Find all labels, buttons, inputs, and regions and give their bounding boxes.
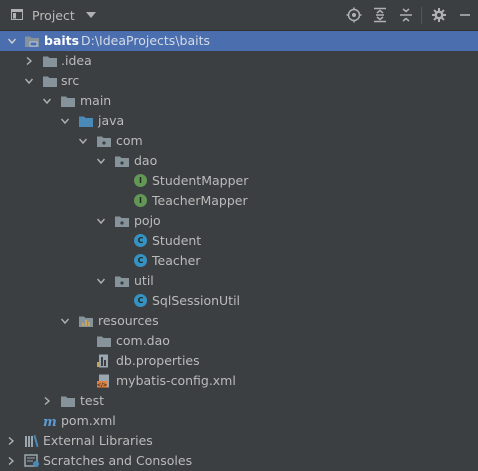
scratches-icon: [24, 454, 39, 467]
resources-folder-icon: [79, 316, 93, 327]
chevron-down-icon[interactable]: [25, 77, 33, 85]
tree-item-label: src: [61, 73, 80, 88]
chevron-down-icon[interactable]: [97, 217, 105, 225]
interface-icon: I: [134, 174, 147, 187]
source-folder-icon: [79, 116, 93, 127]
tree-item-label: test: [80, 393, 105, 408]
folder-icon: [61, 396, 75, 407]
tree-item-label: resources: [98, 313, 159, 328]
tree-item-student-mapper[interactable]: I StudentMapper: [0, 171, 478, 191]
tree-item-label: StudentMapper: [152, 173, 249, 188]
tree-item-sql-session-util[interactable]: C SqlSessionUtil: [0, 291, 478, 311]
tree-item-com-dao[interactable]: com.dao: [0, 331, 478, 351]
class-icon: C: [134, 234, 147, 247]
chevron-down-icon[interactable]: [61, 117, 69, 125]
tree-item-label: java: [98, 113, 125, 128]
package-icon: [97, 136, 111, 147]
chevron-down-icon[interactable]: [79, 137, 87, 145]
tree-item-label: db.properties: [116, 353, 200, 368]
tree-item-label: dao: [134, 153, 158, 168]
tree-item-label: baits: [44, 33, 80, 48]
tree-item-util[interactable]: util: [0, 271, 478, 291]
tree-item-java[interactable]: java: [0, 111, 478, 131]
tree-item-label: Scratches and Consoles: [43, 453, 193, 468]
header-divider: [421, 7, 422, 24]
tree-item-label: pom.xml: [61, 413, 116, 428]
tree-item-label: SqlSessionUtil: [152, 293, 241, 308]
chevron-down-icon[interactable]: [43, 97, 51, 105]
tree-item-student[interactable]: C Student: [0, 231, 478, 251]
chevron-down-icon[interactable]: [8, 37, 16, 45]
tree-item-main[interactable]: main: [0, 91, 478, 111]
tree-item-scratches[interactable]: Scratches and Consoles: [0, 451, 478, 471]
chevron-right-icon[interactable]: [43, 397, 51, 405]
module-folder-icon: [25, 36, 39, 47]
xml-file-icon: </>: [97, 374, 109, 388]
hide-icon[interactable]: [457, 7, 473, 23]
tree-item-teacher-mapper[interactable]: I TeacherMapper: [0, 191, 478, 211]
project-tool-window-header: Project: [0, 0, 478, 31]
tree-item-label: External Libraries: [43, 433, 153, 448]
class-icon: C: [134, 254, 147, 267]
collapse-all-icon[interactable]: [398, 7, 414, 23]
tree-item-label: com.dao: [116, 333, 170, 348]
chevron-down-icon[interactable]: [97, 157, 105, 165]
tree-item-db-properties[interactable]: db.properties: [0, 351, 478, 371]
tree-item-test[interactable]: test: [0, 391, 478, 411]
tree-item-label: Teacher: [152, 253, 201, 268]
class-icon: C: [134, 294, 147, 307]
folder-icon: [97, 336, 111, 347]
interface-icon: I: [134, 194, 147, 207]
module-path: D:\IdeaProjects\baits: [81, 33, 210, 48]
maven-icon: m: [43, 415, 57, 428]
svg-text:m: m: [43, 415, 57, 428]
tree-item-idea[interactable]: .idea: [0, 51, 478, 71]
folder-icon: [61, 96, 75, 107]
tree-item-teacher[interactable]: C Teacher: [0, 251, 478, 271]
tree-item-pom[interactable]: m pom.xml: [0, 411, 478, 431]
tree-item-label: .idea: [61, 53, 92, 68]
folder-icon: [43, 56, 57, 67]
tree-item-mybatis-config[interactable]: </> mybatis-config.xml: [0, 371, 478, 391]
tree-item-com[interactable]: com: [0, 131, 478, 151]
chevron-right-icon[interactable]: [7, 437, 15, 445]
chevron-down-icon[interactable]: [86, 12, 96, 18]
package-icon: [115, 156, 129, 167]
project-view-title[interactable]: Project: [32, 8, 75, 23]
tree-item-pojo[interactable]: pojo: [0, 211, 478, 231]
tree-item-label: pojo: [134, 213, 161, 228]
project-tree: baits D:\IdeaProjects\baits .idea src ma…: [0, 31, 478, 470]
project-window-icon: [11, 9, 23, 20]
properties-file-icon: [97, 354, 108, 368]
tree-item-resources[interactable]: resources: [0, 311, 478, 331]
expand-all-icon[interactable]: [372, 7, 388, 23]
tree-item-src[interactable]: src: [0, 71, 478, 91]
tree-item-label: main: [80, 93, 112, 108]
folder-icon: [43, 76, 57, 87]
chevron-down-icon[interactable]: [97, 277, 105, 285]
locate-icon[interactable]: [346, 7, 362, 23]
tree-item-label: util: [134, 273, 154, 288]
package-icon: [115, 276, 129, 287]
tree-item-root[interactable]: baits D:\IdeaProjects\baits: [0, 31, 478, 51]
tree-item-label: TeacherMapper: [152, 193, 248, 208]
svg-text:</>: </>: [97, 382, 107, 388]
package-icon: [115, 216, 129, 227]
tree-item-external-libraries[interactable]: External Libraries: [0, 431, 478, 451]
chevron-right-icon[interactable]: [7, 457, 15, 465]
tree-item-label: Student: [152, 233, 202, 248]
gear-icon[interactable]: [431, 7, 447, 23]
tree-item-label: mybatis-config.xml: [116, 373, 236, 388]
tree-item-label: com: [116, 133, 143, 148]
chevron-down-icon[interactable]: [61, 317, 69, 325]
chevron-right-icon[interactable]: [25, 57, 33, 65]
libraries-icon: [25, 434, 39, 448]
tree-item-dao[interactable]: dao: [0, 151, 478, 171]
